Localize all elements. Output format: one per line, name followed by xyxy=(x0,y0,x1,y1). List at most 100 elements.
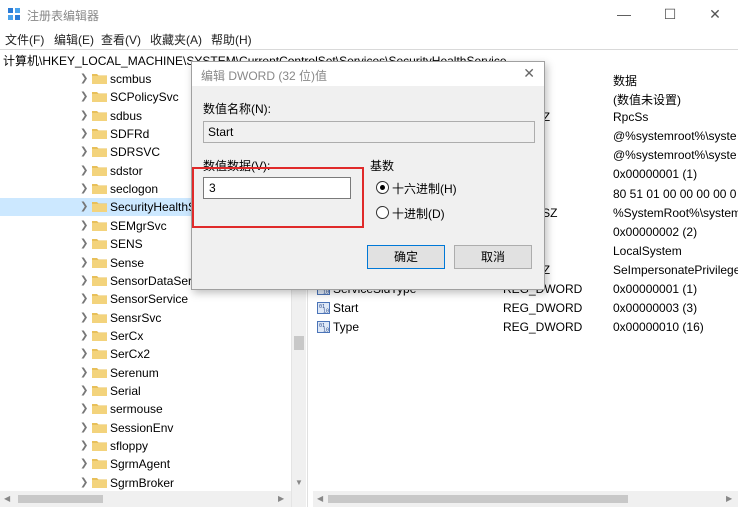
menu-help[interactable]: 帮助(H) xyxy=(211,31,252,48)
tree-item-label[interactable]: sermouse xyxy=(110,402,163,416)
tree-item-label[interactable]: sdbus xyxy=(110,109,142,123)
tree-item-label[interactable]: SgrmBroker xyxy=(110,476,174,490)
tree-item-label[interactable]: SerCx2 xyxy=(110,347,150,361)
tree-item-label[interactable]: scmbus xyxy=(110,72,151,86)
tree-item[interactable]: ❯ SgrmAgent xyxy=(0,455,290,473)
tree-item-label[interactable]: SensorService xyxy=(110,292,188,306)
chevron-right-icon[interactable]: ❯ xyxy=(80,312,88,323)
chevron-right-icon[interactable]: ❯ xyxy=(80,165,88,176)
tree-item[interactable]: ❯ sermouse xyxy=(0,400,290,418)
decimal-radio[interactable] xyxy=(376,206,389,219)
chevron-right-icon[interactable]: ❯ xyxy=(80,257,88,268)
tree-item-label[interactable]: SDFRd xyxy=(110,127,149,141)
tree-scroll-thumb[interactable] xyxy=(294,336,304,350)
value-row[interactable]: 01 10 Type REG_DWORD 0x00000010 (16) xyxy=(313,318,738,337)
value-name-field: Start xyxy=(203,121,535,143)
scroll-right-icon[interactable]: ▶ xyxy=(278,494,284,503)
chevron-right-icon[interactable]: ❯ xyxy=(80,477,88,488)
dialog-close-button[interactable]: ✕ xyxy=(523,65,535,82)
scroll-left-icon[interactable]: ◀ xyxy=(4,494,10,503)
tree-item-label[interactable]: SgrmAgent xyxy=(110,457,170,471)
chevron-right-icon[interactable]: ❯ xyxy=(80,458,88,469)
window-title: 注册表编辑器 xyxy=(27,9,100,23)
value-name[interactable]: Type xyxy=(333,320,359,334)
tree-item-label[interactable]: Sense xyxy=(110,256,144,270)
chevron-right-icon[interactable]: ❯ xyxy=(80,440,88,451)
tree-item[interactable]: ❯ Serial xyxy=(0,382,290,400)
tree-item[interactable]: ❯ SerCx xyxy=(0,327,290,345)
value-name[interactable]: Start xyxy=(333,301,358,315)
menu-favorites[interactable]: 收藏夹(A) xyxy=(150,31,202,48)
chevron-right-icon[interactable]: ❯ xyxy=(80,183,88,194)
hex-radio[interactable] xyxy=(376,181,389,194)
tree-item-label[interactable]: SCPolicySvc xyxy=(110,90,179,104)
tree-item[interactable]: ❯ SessionEnv xyxy=(0,419,290,437)
menu-edit[interactable]: 编辑(E) xyxy=(54,31,94,48)
tree-item-label[interactable]: SensorDataServ xyxy=(110,274,198,288)
column-header-data[interactable]: 数据 xyxy=(613,72,637,89)
title-bar: 注册表编辑器 — ☐ ✕ xyxy=(0,0,738,28)
chevron-right-icon[interactable]: ❯ xyxy=(80,330,88,341)
close-button[interactable]: ✕ xyxy=(692,0,738,28)
value-type: REG_DWORD xyxy=(503,320,583,335)
svg-text:10: 10 xyxy=(323,290,329,296)
values-horizontal-scrollbar[interactable]: ◀ ▶ xyxy=(313,491,738,507)
tree-item-label[interactable]: SDRSVC xyxy=(110,145,160,159)
chevron-right-icon[interactable]: ❯ xyxy=(80,293,88,304)
decimal-radio-label[interactable]: 十进制(D) xyxy=(392,205,445,222)
tree-item-label[interactable]: SENS xyxy=(110,237,143,251)
chevron-right-icon[interactable]: ❯ xyxy=(80,385,88,396)
folder-icon xyxy=(92,367,107,378)
tree-item-label[interactable]: SerCx xyxy=(110,329,143,343)
folder-icon xyxy=(92,257,107,268)
folder-icon xyxy=(92,184,107,195)
chevron-right-icon[interactable]: ❯ xyxy=(80,348,88,359)
scroll-right-icon[interactable]: ▶ xyxy=(726,494,732,503)
menu-view[interactable]: 查看(V) xyxy=(101,31,141,48)
chevron-right-icon[interactable]: ❯ xyxy=(80,403,88,414)
chevron-right-icon[interactable]: ❯ xyxy=(80,422,88,433)
tree-item-label[interactable]: Serial xyxy=(110,384,141,398)
folder-icon xyxy=(92,349,107,360)
folder-icon xyxy=(92,220,107,231)
chevron-right-icon[interactable]: ❯ xyxy=(80,73,88,84)
tree-horizontal-scrollbar[interactable]: ◀ ▶ xyxy=(0,491,291,507)
tree-item-label[interactable]: sdstor xyxy=(110,164,143,178)
hex-radio-label[interactable]: 十六进制(H) xyxy=(392,180,457,197)
tree-item-label[interactable]: SecurityHealthS xyxy=(110,200,196,214)
chevron-right-icon[interactable]: ❯ xyxy=(80,238,88,249)
regedit-app-icon xyxy=(8,8,20,20)
tree-hscroll-thumb[interactable] xyxy=(18,495,103,503)
chevron-right-icon[interactable]: ❯ xyxy=(80,146,88,157)
chevron-right-icon[interactable]: ❯ xyxy=(80,275,88,286)
scroll-left-icon[interactable]: ◀ xyxy=(317,494,323,503)
values-hscroll-thumb[interactable] xyxy=(328,495,628,503)
tree-item-label[interactable]: SessionEnv xyxy=(110,421,173,435)
chevron-right-icon[interactable]: ❯ xyxy=(80,220,88,231)
chevron-right-icon[interactable]: ❯ xyxy=(80,128,88,139)
tree-item[interactable]: ❯ SensrSvc xyxy=(0,309,290,327)
tree-item[interactable]: ❯ Serenum xyxy=(0,364,290,382)
folder-icon xyxy=(92,239,107,250)
tree-item[interactable]: ❯ SgrmBroker xyxy=(0,474,290,492)
tree-item-label[interactable]: Serenum xyxy=(110,366,159,380)
chevron-right-icon[interactable]: ❯ xyxy=(80,201,88,212)
tree-item-label[interactable]: SEMgrSvc xyxy=(110,219,167,233)
cancel-button[interactable]: 取消 xyxy=(454,245,532,269)
ok-button[interactable]: 确定 xyxy=(367,245,445,269)
tree-item[interactable]: ❯ SerCx2 xyxy=(0,345,290,363)
scroll-down-icon[interactable]: ▼ xyxy=(295,478,303,487)
tree-item-label[interactable]: SensrSvc xyxy=(110,311,161,325)
tree-item-label[interactable]: sfloppy xyxy=(110,439,148,453)
chevron-right-icon[interactable]: ❯ xyxy=(80,110,88,121)
tree-item-label[interactable]: seclogon xyxy=(110,182,158,196)
chevron-right-icon[interactable]: ❯ xyxy=(80,91,88,102)
chevron-right-icon[interactable]: ❯ xyxy=(80,367,88,378)
value-name-text: Start xyxy=(208,125,234,139)
value-row[interactable]: 01 10 Start REG_DWORD 0x00000003 (3) xyxy=(313,299,738,318)
menu-file[interactable]: 文件(F) xyxy=(5,31,44,48)
tree-item[interactable]: ❯ SensorService xyxy=(0,290,290,308)
tree-item[interactable]: ❯ sfloppy xyxy=(0,437,290,455)
minimize-button[interactable]: — xyxy=(601,0,647,28)
maximize-button[interactable]: ☐ xyxy=(647,0,693,28)
